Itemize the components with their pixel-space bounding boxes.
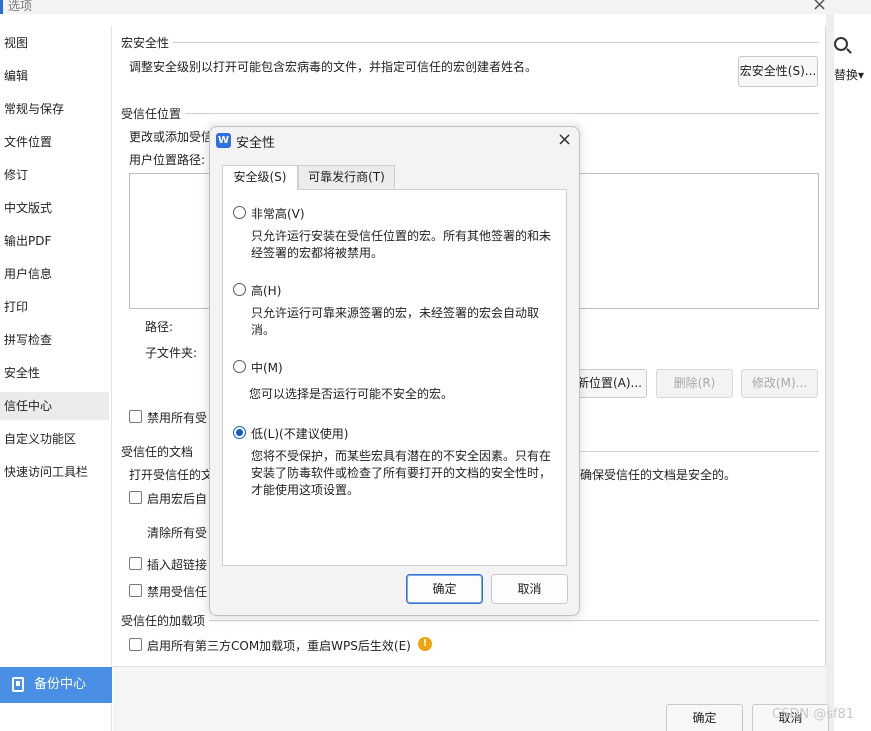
trusted-documents-description-left: 打开受信任的文: [129, 468, 214, 482]
enable-com-addins-checkbox[interactable]: [129, 638, 142, 651]
high-description-line1: 只允许运行可靠来源签署的宏，未经签署的宏会自动取: [251, 306, 540, 320]
enable-macro-auto-label: 启用宏后自: [147, 492, 208, 506]
content-divider: [825, 26, 826, 666]
trusted-addins-title: 受信任的加载项: [121, 614, 206, 628]
macro-security-description: 调整安全级别以打开可能包含宏病毒的文件，并指定可信任的宏创建者姓名。: [129, 60, 538, 74]
section-divider: [580, 451, 819, 452]
tab-trusted-publishers[interactable]: 可靠发行商(T): [298, 165, 395, 189]
sidebar-item-revision[interactable]: 修订: [0, 161, 109, 189]
radio-low[interactable]: [233, 426, 246, 439]
low-description-line2: 安装了防毒软件或检查了所有要打开的文档的安全性时，: [251, 466, 552, 480]
disable-all-trusted-locations-checkbox[interactable]: [129, 410, 142, 423]
options-sidebar: 视图 编辑 常规与保存 文件位置 修订 中文版式 输出PDF 用户信息 打印 拼…: [0, 26, 112, 731]
section-divider: [173, 42, 819, 43]
window-accent: [0, 0, 3, 14]
subfolder-label: 子文件夹:: [145, 346, 198, 360]
insert-hyperlink-label: 插入超链接: [147, 558, 208, 572]
add-location-button[interactable]: 新位置(A)...: [574, 369, 647, 398]
window-title-bar: [0, 0, 871, 14]
trusted-locations-description: 更改或添加受信: [129, 130, 214, 144]
trusted-documents-description-right: 确保受信任的文档是安全的。: [580, 468, 737, 482]
watermark: CSDN @sf81: [772, 707, 855, 722]
wps-logo-icon: W: [216, 133, 231, 148]
backup-icon: [12, 677, 24, 692]
sidebar-item-edit[interactable]: 编辑: [0, 62, 109, 90]
disable-trusted-documents-label: 禁用受信任: [147, 585, 208, 599]
sidebar-item-export-pdf[interactable]: 输出PDF: [0, 227, 109, 255]
disable-trusted-documents-checkbox[interactable]: [129, 584, 142, 597]
options-ok-button[interactable]: 确定: [666, 704, 743, 731]
dialog-title: 安全性: [236, 136, 276, 151]
sidebar-item-customize-ribbon[interactable]: 自定义功能区: [0, 425, 109, 453]
enable-macro-auto-checkbox[interactable]: [129, 491, 142, 504]
radio-very-high-label[interactable]: 非常高(V): [251, 205, 305, 222]
user-path-label: 用户位置路径:: [129, 153, 206, 167]
sidebar-item-spell-check[interactable]: 拼写检查: [0, 326, 109, 354]
radio-medium-label[interactable]: 中(M): [251, 359, 283, 376]
dialog-close-icon[interactable]: ×: [557, 129, 572, 150]
sidebar-item-security[interactable]: 安全性: [0, 359, 109, 387]
sidebar-item-print[interactable]: 打印: [0, 293, 109, 321]
security-dialog: W 安全性 × 安全级(S) 可靠发行商(T) 非常高(V) 只允许运行安装在受…: [209, 126, 580, 616]
radio-medium[interactable]: [233, 360, 246, 373]
sidebar-item-quick-access[interactable]: 快速访问工具栏: [0, 458, 109, 486]
medium-description: 您可以选择是否运行可能不安全的宏。: [249, 387, 454, 401]
enable-com-addins-label: 启用所有第三方COM加载项，重启WPS后生效(E): [147, 639, 411, 653]
sidebar-item-user-info[interactable]: 用户信息: [0, 260, 109, 288]
macro-security-title: 宏安全性: [121, 36, 170, 50]
find-icon[interactable]: [834, 37, 848, 51]
clear-trusted-documents-label[interactable]: 清除所有受: [147, 524, 207, 541]
radio-low-label[interactable]: 低(L)(不建议使用): [251, 425, 348, 442]
radio-high-label[interactable]: 高(H): [251, 282, 281, 299]
sidebar-item-view[interactable]: 视图: [0, 29, 109, 57]
security-level-panel: 非常高(V) 只允许运行安装在受信任位置的宏。所有其他签署的和未 经签署的宏都将…: [222, 189, 567, 566]
backup-center-button[interactable]: 备份中心: [0, 667, 112, 703]
section-divider: [209, 620, 819, 621]
document-ribbon-edge: [834, 14, 871, 731]
window-title: 选项: [8, 0, 33, 13]
disable-all-trusted-locations-label: 禁用所有受: [147, 411, 208, 425]
trusted-documents-title: 受信任的文档: [121, 445, 194, 459]
very-high-description-line1: 只允许运行安装在受信任位置的宏。所有其他签署的和未: [251, 229, 552, 243]
dialog-ok-button[interactable]: 确定: [406, 574, 483, 604]
section-divider: [185, 113, 819, 114]
delete-location-button[interactable]: 删除(R): [656, 369, 733, 398]
window-close-icon[interactable]: ×: [812, 0, 827, 15]
radio-high[interactable]: [233, 283, 246, 296]
window-edge: [826, 14, 834, 731]
radio-very-high[interactable]: [233, 206, 246, 219]
sidebar-item-chinese-layout[interactable]: 中文版式: [0, 194, 109, 222]
sidebar-item-file-location[interactable]: 文件位置: [0, 128, 109, 156]
sidebar-item-trust-center[interactable]: 信任中心: [0, 392, 109, 420]
tab-security-level[interactable]: 安全级(S): [222, 165, 298, 190]
trusted-locations-title: 受信任位置: [121, 107, 182, 121]
dialog-cancel-button[interactable]: 取消: [491, 574, 568, 604]
modify-location-button[interactable]: 修改(M)...: [741, 369, 818, 398]
replace-button[interactable]: 替换▾: [834, 66, 864, 83]
path-label: 路径:: [145, 320, 174, 334]
macro-security-button[interactable]: 宏安全性(S)...: [738, 56, 818, 87]
warning-icon: !: [418, 637, 432, 651]
sidebar-item-general-save[interactable]: 常规与保存: [0, 95, 109, 123]
low-description-line3: 才能使用这项设置。: [251, 483, 360, 497]
very-high-description-line2: 经签署的宏都将被禁用。: [251, 246, 384, 260]
low-description-line1: 您将不受保护，而某些宏具有潜在的不安全因素。只有在: [251, 449, 552, 463]
insert-hyperlink-checkbox[interactable]: [129, 557, 142, 570]
high-description-line2: 消。: [251, 323, 276, 337]
backup-center-label: 备份中心: [34, 677, 87, 692]
